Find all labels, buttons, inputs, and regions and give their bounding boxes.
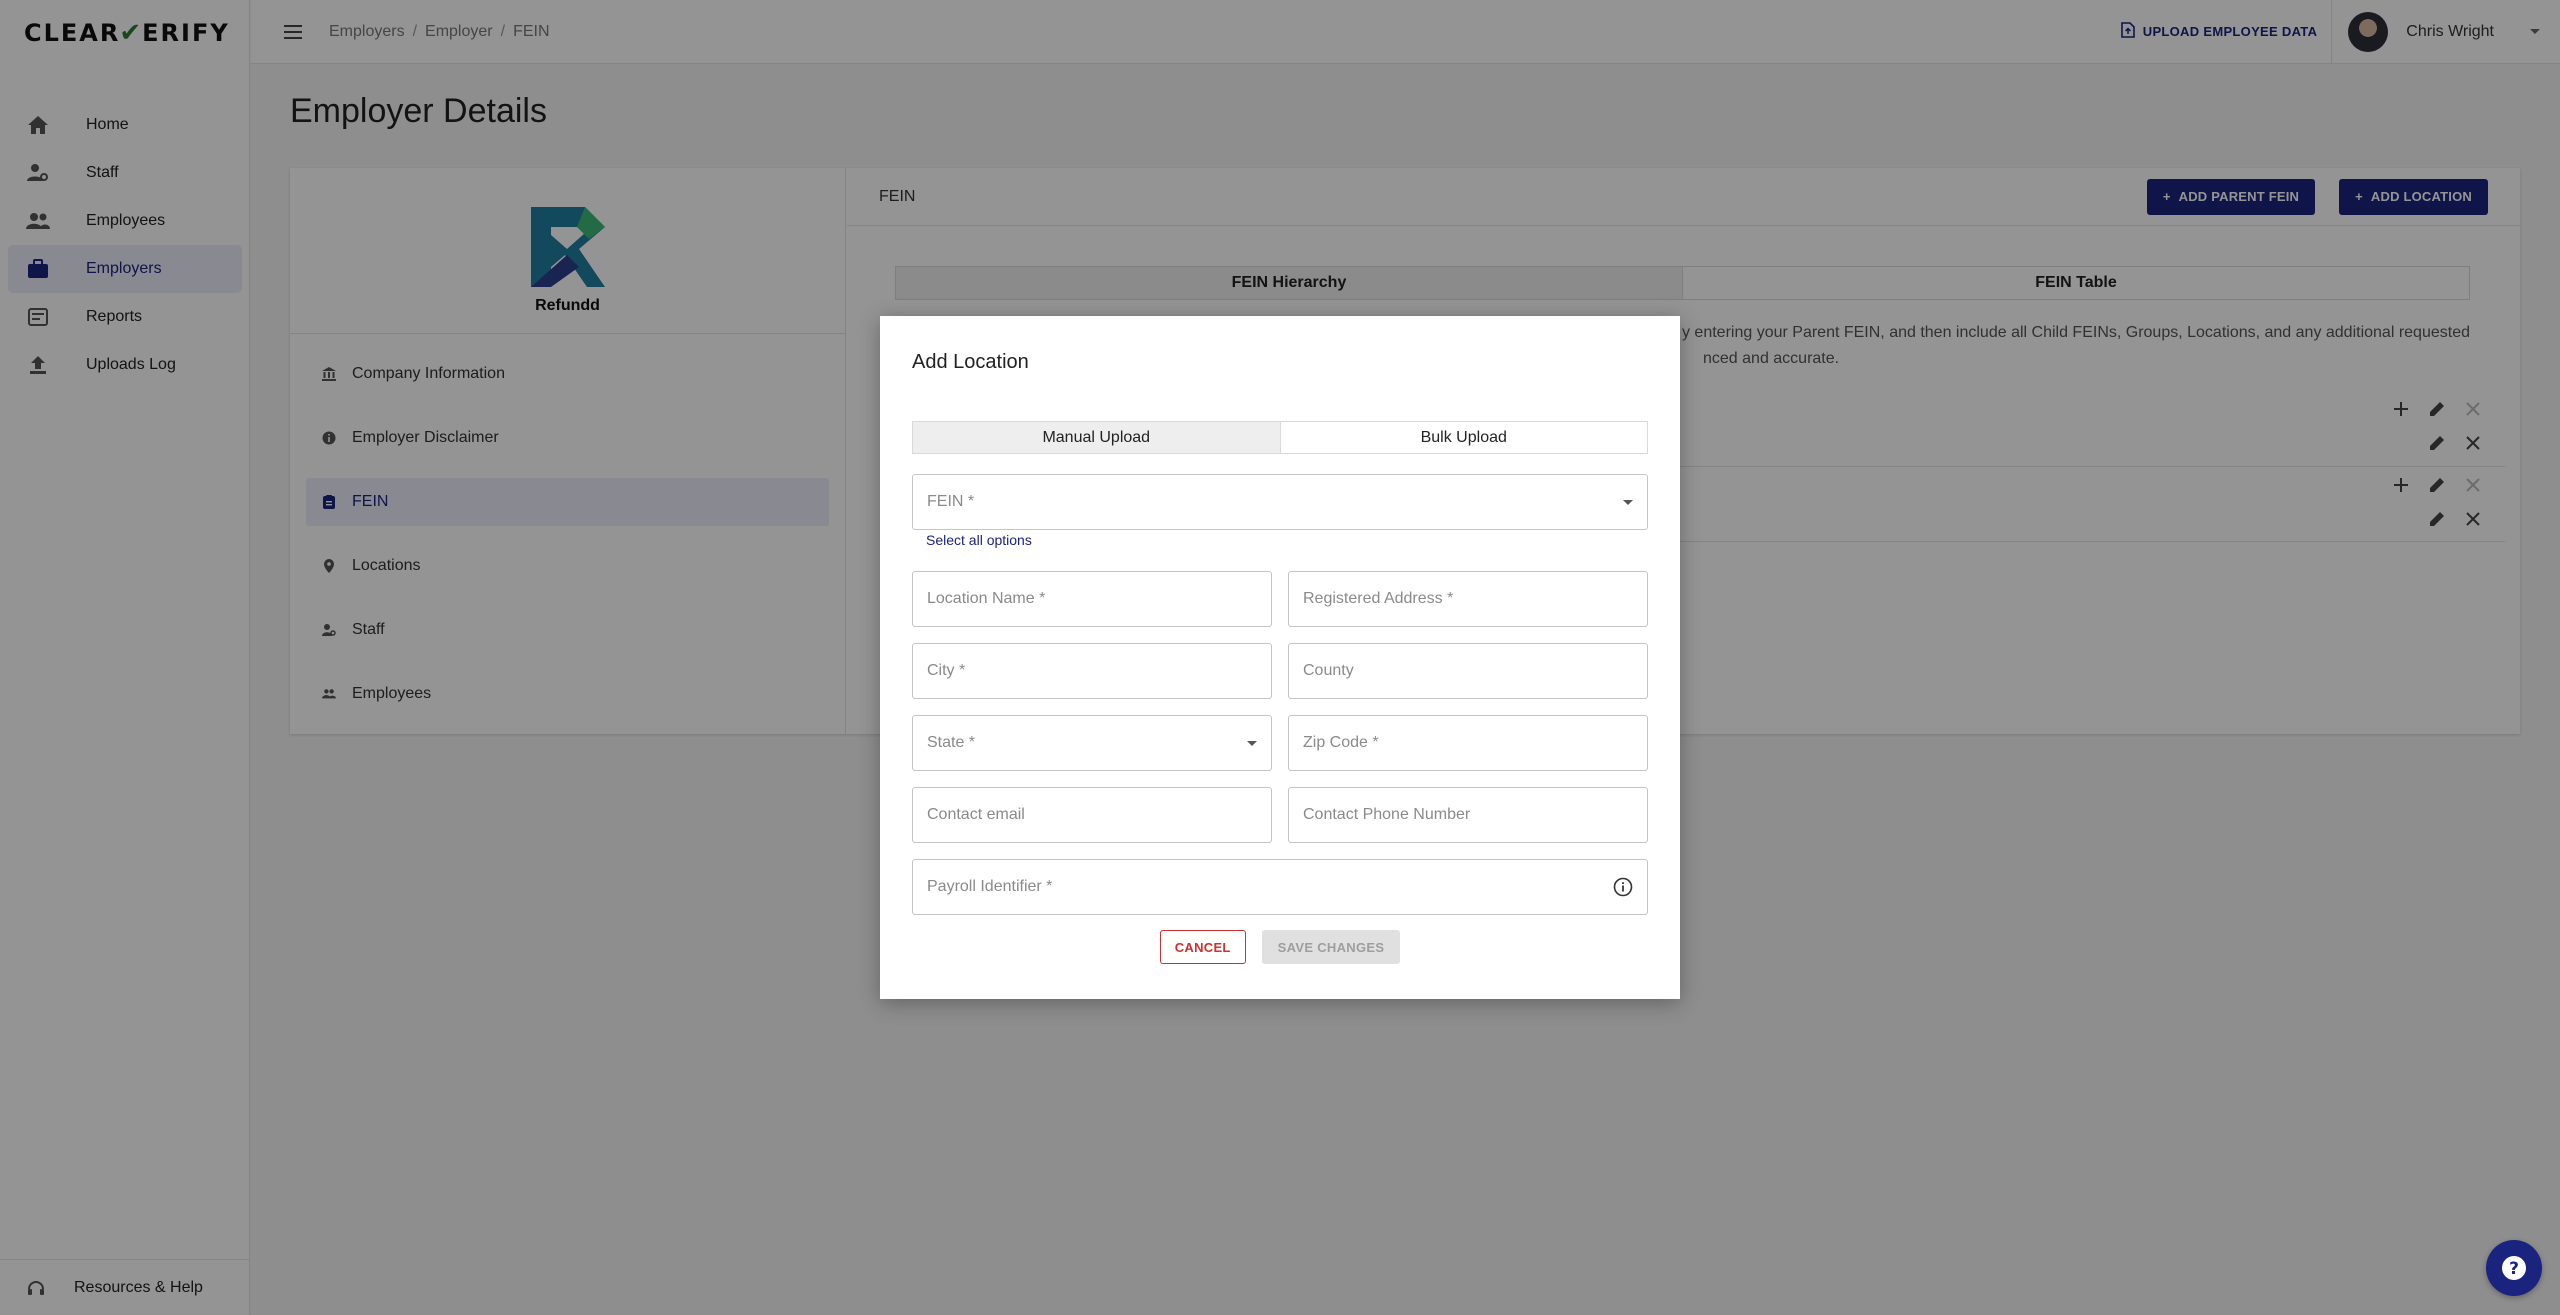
- state-label: State *: [927, 734, 976, 751]
- location-name-field[interactable]: Location Name *: [912, 571, 1272, 627]
- location-name-label: Location Name *: [927, 590, 1046, 607]
- tab-bulk-upload[interactable]: Bulk Upload: [1281, 422, 1648, 453]
- dropdown-arrow-icon: [1623, 500, 1633, 505]
- add-location-dialog: Add Location Manual Upload Bulk Upload F…: [880, 316, 1680, 999]
- info-icon[interactable]: [1613, 877, 1633, 897]
- county-field[interactable]: County: [1288, 643, 1648, 699]
- contact-phone-field[interactable]: Contact Phone Number: [1288, 787, 1648, 843]
- fein-select[interactable]: FEIN *: [912, 474, 1648, 530]
- save-changes-button[interactable]: SAVE CHANGES: [1261, 930, 1401, 964]
- dialog-actions: CANCEL SAVE CHANGES: [880, 930, 1680, 964]
- dialog-title: Add Location: [912, 351, 1029, 373]
- contact-phone-label: Contact Phone Number: [1303, 806, 1471, 823]
- zip-code-label: Zip Code *: [1303, 734, 1379, 751]
- state-select[interactable]: State *: [912, 715, 1272, 771]
- registered-address-label: Registered Address *: [1303, 590, 1454, 607]
- svg-text:?: ?: [2509, 1259, 2519, 1279]
- help-icon: ?: [2502, 1256, 2526, 1280]
- county-label: County: [1303, 662, 1354, 679]
- upload-mode-tabs: Manual Upload Bulk Upload: [912, 421, 1648, 454]
- payroll-identifier-field[interactable]: Payroll Identifier *: [912, 859, 1648, 915]
- zip-code-field[interactable]: Zip Code *: [1288, 715, 1648, 771]
- tab-manual-upload[interactable]: Manual Upload: [913, 422, 1281, 453]
- help-button[interactable]: ?: [2486, 1240, 2542, 1296]
- registered-address-field[interactable]: Registered Address *: [1288, 571, 1648, 627]
- city-label: City *: [927, 662, 966, 679]
- payroll-identifier-label: Payroll Identifier *: [927, 878, 1053, 895]
- contact-email-label: Contact email: [927, 806, 1025, 823]
- city-field[interactable]: City *: [912, 643, 1272, 699]
- cancel-button[interactable]: CANCEL: [1159, 930, 1246, 964]
- fein-select-label: FEIN *: [927, 493, 975, 510]
- select-all-options-link[interactable]: Select all options: [926, 532, 1032, 548]
- contact-email-field[interactable]: Contact email: [912, 787, 1272, 843]
- dropdown-arrow-icon: [1247, 741, 1257, 746]
